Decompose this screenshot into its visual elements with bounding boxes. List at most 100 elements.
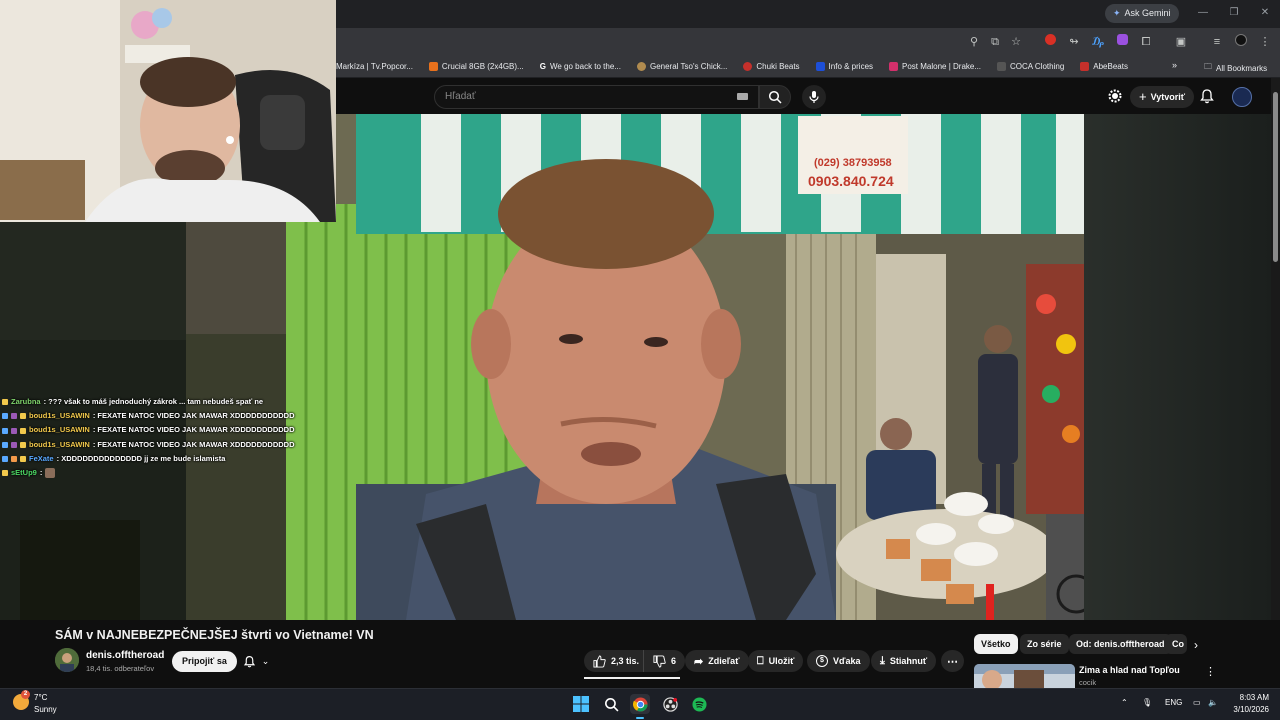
channel-name[interactable]: denis.offtheroad (86, 650, 164, 661)
microphone-tray-icon[interactable]: 🎙 (1142, 698, 1152, 707)
windows-start-icon[interactable] (571, 694, 591, 714)
channel-avatar[interactable] (55, 648, 79, 672)
voice-search-button[interactable] (802, 85, 826, 109)
spotify-taskbar-icon[interactable] (689, 694, 709, 714)
bookmark-item[interactable]: General Tso's Chick... (636, 62, 727, 71)
chat-badge-icon (2, 413, 8, 420)
chat-text: : FEXATE NATOC VIDEO JAK MAWAR XDDDDDDDD… (92, 411, 295, 421)
extension-blue-icon[interactable]: ₯ (1090, 34, 1106, 50)
chip-from-channel[interactable]: Od: denis.offtheroad (1069, 634, 1172, 654)
more-vertical-icon[interactable]: ⋮ (1205, 665, 1216, 678)
chat-badge-icon (2, 427, 8, 434)
weather-condition[interactable]: Sunny (34, 705, 57, 714)
like-count: 2,3 tis. (611, 656, 640, 666)
bookmark-item[interactable]: Chuki Beats (743, 62, 800, 71)
chat-text: : ??? však to máš jednoduchý zákrok ... … (43, 397, 264, 406)
notifications-bell-icon[interactable] (1199, 88, 1215, 104)
media-controls-icon[interactable]: ≡ (1209, 34, 1225, 50)
chrome-taskbar-icon[interactable] (630, 694, 650, 714)
account-avatar[interactable] (1232, 87, 1252, 107)
bookmark-favicon (636, 62, 646, 71)
chat-text: : FEXATE NATOC VIDEO JAK MAWAR XDDDDDDDD… (92, 425, 295, 435)
plus-icon: + (1139, 89, 1147, 104)
bookmarks-overflow-icon[interactable]: » (1172, 60, 1177, 70)
chip-series[interactable]: Zo série (1020, 634, 1069, 654)
more-actions-button[interactable]: ⋯ (941, 650, 964, 672)
obs-taskbar-icon[interactable] (660, 694, 680, 714)
bookmark-favicon (1080, 62, 1090, 71)
clock-time[interactable]: 8:03 AM (1233, 693, 1269, 702)
save-button[interactable]: ⎕ Uložiť (748, 650, 804, 672)
chat-username: Zarubna (11, 397, 41, 406)
keyboard-icon[interactable] (737, 93, 748, 100)
clock-date[interactable]: 3/10/2026 (1229, 705, 1269, 714)
all-bookmarks-button[interactable]: 🗀 All Bookmarks (1204, 61, 1267, 75)
profile-icon[interactable] (1233, 34, 1249, 50)
thumbs-down-icon (653, 654, 666, 668)
bookmark-item[interactable]: Info & prices (815, 62, 873, 71)
chat-message: boud1s_USAWIN : FEXATE NATOC VIDEO JAK M… (2, 409, 302, 423)
chat-username: boud1s_USAWIN (29, 425, 90, 435)
install-app-icon[interactable]: ⧉ (987, 34, 1003, 50)
bookmark-item[interactable]: Markíza | Tv.Popcor... (336, 62, 413, 71)
extension-red-icon[interactable] (1042, 34, 1058, 50)
chat-badge-icon (20, 427, 26, 434)
language-indicator[interactable]: ENG (1165, 698, 1182, 707)
chip-all[interactable]: Všetko (974, 634, 1018, 654)
chat-badge-icon (2, 470, 8, 477)
ask-gemini-label: Ask Gemini (1124, 8, 1171, 18)
bookmark-item[interactable]: Crucial 8GB (2x4GB)... (428, 62, 524, 71)
video-title: SÁM v NAJNEBEZPEČNEJŠEJ štvrti vo Vietna… (55, 628, 374, 642)
chat-badge-icon (11, 427, 17, 434)
create-button[interactable]: + Vytvoriť (1130, 86, 1195, 108)
taskbar-search-icon[interactable] (601, 694, 621, 714)
extensions-puzzle-icon[interactable]: ⧠ (1138, 34, 1154, 50)
bookmark-item[interactable]: Post Malone | Drake... (889, 62, 981, 71)
dislike-count: 6 (671, 656, 677, 666)
chevron-right-icon[interactable]: › (1194, 638, 1198, 652)
recommended-title[interactable]: Zima a hlad nad Topľou (1079, 665, 1180, 675)
webcam-overlay (0, 0, 336, 222)
extension-arrow-icon[interactable]: ↬ (1066, 34, 1082, 50)
bookmark-star-icon[interactable]: ☆ (1008, 34, 1024, 50)
search-input[interactable]: Hľadať (434, 85, 759, 109)
chat-badge-icon (11, 441, 17, 448)
recommended-channel: cocik (1079, 678, 1097, 687)
share-button[interactable]: ➦ Zdieľať (685, 650, 749, 672)
zoom-icon[interactable]: ⚲ (966, 34, 982, 50)
tray-chevron-up-icon[interactable]: ⌃ (1121, 698, 1128, 707)
side-panel-icon[interactable]: ▣ (1173, 34, 1189, 50)
ask-gemini-button[interactable]: ✦ Ask Gemini (1105, 4, 1179, 23)
chip-overflow[interactable]: Co (1165, 634, 1187, 654)
bookmark-item[interactable]: AbeBeats (1080, 62, 1128, 71)
chrome-menu-icon[interactable]: ⋮ (1257, 34, 1273, 50)
weather-temperature[interactable]: 7°C (34, 693, 47, 702)
shop-sign-phone: (029) 38793958 (814, 157, 892, 169)
search-button[interactable] (759, 85, 791, 109)
recommended-thumbnail[interactable] (974, 664, 1075, 688)
scrollbar-thumb[interactable] (1273, 92, 1278, 262)
bookmark-item[interactable]: G We go back to the... (540, 62, 621, 71)
subscriber-count: 18,4 tis. odberateľov (86, 664, 155, 673)
join-button[interactable]: Pripojiť sa (172, 651, 237, 672)
dislike-button[interactable]: 6 (643, 650, 686, 672)
minimize-icon[interactable]: — (1196, 6, 1210, 20)
chat-badge-icon (20, 413, 26, 420)
restore-icon[interactable]: ❐ (1227, 6, 1241, 20)
volume-icon[interactable]: 🔈 (1208, 698, 1218, 707)
chat-message: boud1s_USAWIN : FEXATE NATOC VIDEO JAK M… (2, 423, 302, 437)
like-button[interactable]: 2,3 tis. (584, 650, 649, 672)
close-icon[interactable]: ✕ (1258, 6, 1272, 20)
weather-badge: 2 (21, 690, 30, 699)
bookmark-favicon (997, 62, 1007, 71)
studio-gear-icon[interactable] (1108, 89, 1122, 103)
network-icon[interactable]: ▭ (1193, 698, 1201, 707)
bookmarks-bar: Markíza | Tv.Popcor... Crucial 8GB (2x4G… (336, 56, 1280, 78)
chevron-down-icon: ⌄ (261, 656, 270, 666)
bookmark-item[interactable]: COCA Clothing (997, 62, 1064, 71)
download-button[interactable]: ⤓ Stiahnuť (871, 650, 937, 672)
thanks-button[interactable]: $ Vďaka (807, 650, 870, 672)
extension-purple-icon[interactable] (1114, 34, 1130, 50)
chat-badge-icon (2, 441, 8, 448)
subscription-bell-button[interactable]: ⌄ (234, 651, 278, 672)
